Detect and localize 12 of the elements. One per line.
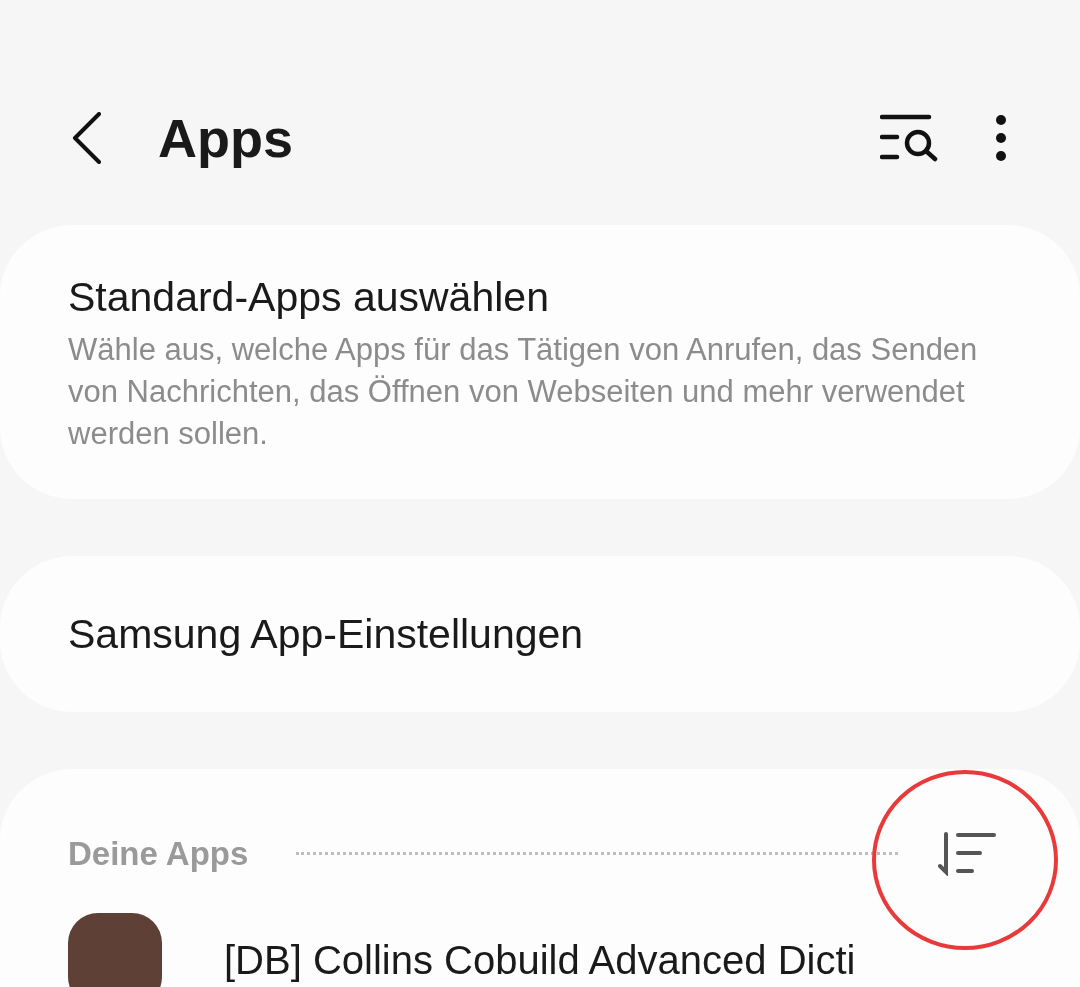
settings-card[interactable]: Standard-Apps auswählen Wähle aus, welche Apps für das Tätigen von Anrufen, das Senden von Nachrichten, das Öffnen von Webseiten und mehr verwendet werden sollen. bbox=[0, 225, 1080, 499]
search-icon[interactable] bbox=[880, 113, 938, 163]
app-icon bbox=[68, 912, 162, 987]
card-title: Standard-Apps auswählen bbox=[68, 273, 550, 321]
page-title: Apps bbox=[158, 106, 293, 170]
card-title: Samsung App-Einstellungen bbox=[68, 610, 585, 658]
sort-icon[interactable] bbox=[938, 831, 996, 876]
section-heading: Deine Apps bbox=[68, 834, 249, 874]
more-options-icon[interactable] bbox=[994, 114, 1008, 162]
app-name[interactable]: [DB] Collins Cobuild Advanced Dicti bbox=[224, 929, 856, 987]
settings-card[interactable]: Samsung App-Einstellungen bbox=[0, 556, 1080, 712]
card-description: Wähle aus, welche Apps für das Tätigen von Anrufen, das Senden von Nachrichten, das Öffnen von Webseiten und mehr verwendet werden sollen. bbox=[68, 331, 979, 453]
